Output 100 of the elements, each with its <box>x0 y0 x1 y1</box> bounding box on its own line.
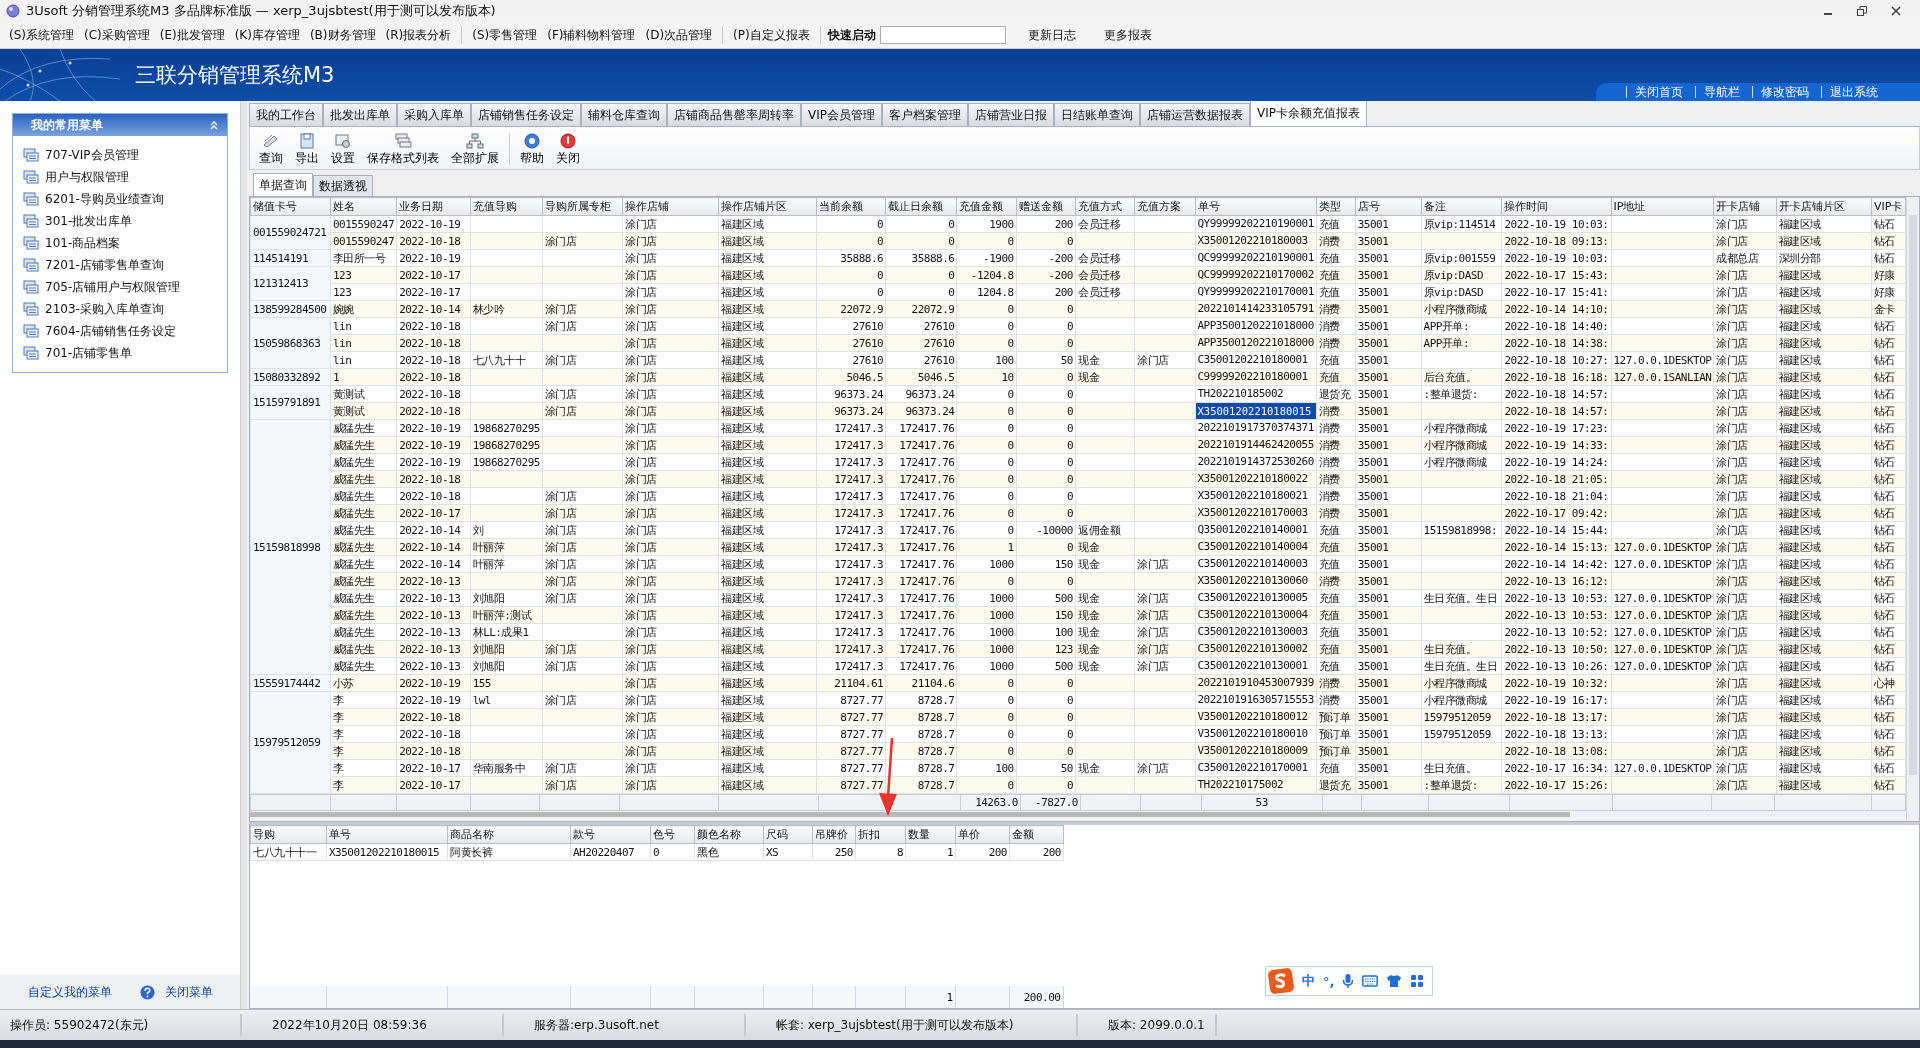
menu-item[interactable]: (C)采购管理 <box>79 26 155 44</box>
column-header[interactable]: IP地址 <box>1611 197 1714 216</box>
menu-item[interactable]: (S)零售管理 <box>467 26 543 44</box>
query-button[interactable]: 查询 <box>254 133 288 167</box>
menu-item[interactable]: (P)自定义报表 <box>728 26 815 44</box>
tab[interactable]: 店铺销售任务设定 <box>471 103 581 126</box>
column-header[interactable]: 款号 <box>570 825 651 844</box>
help-button[interactable]: 帮助 <box>515 133 549 167</box>
microphone-icon[interactable] <box>1342 973 1355 989</box>
menu-item[interactable]: (E)批发管理 <box>154 26 230 44</box>
menu-item[interactable]: (K)库存管理 <box>229 26 305 44</box>
menu-item[interactable]: (R)报表分析 <box>380 26 457 44</box>
vertical-scrollbar[interactable] <box>1909 215 1917 775</box>
tab[interactable]: 辅料仓库查询 <box>581 103 667 126</box>
horizontal-scrollbar[interactable] <box>250 812 1570 817</box>
favorite-menu-item[interactable]: 2103-采购入库单查询 <box>23 298 227 320</box>
column-header[interactable]: VIP卡 <box>1871 197 1906 216</box>
close-button[interactable]: 关闭 <box>551 133 585 167</box>
column-header[interactable]: 开卡店铺片区 <box>1776 197 1872 216</box>
tab[interactable]: 店铺营业日报 <box>968 103 1054 126</box>
favorite-menu-item[interactable]: 707-VIP会员管理 <box>23 144 227 166</box>
favorite-menu-item[interactable]: 用户与权限管理 <box>23 166 227 188</box>
column-header[interactable]: 导购 <box>250 825 327 844</box>
tab[interactable]: 店铺运营数据报表 <box>1140 103 1250 126</box>
favorite-menu-item[interactable]: 705-店铺用户与权限管理 <box>23 276 227 298</box>
input-mode-toggle[interactable]: 中 <box>1302 972 1315 990</box>
favorite-menu-item[interactable]: 101-商品档案 <box>23 232 227 254</box>
column-header[interactable]: 储值卡号 <box>250 197 331 216</box>
favorite-menu-item[interactable]: 7201-店铺零售单查询 <box>23 254 227 276</box>
column-header[interactable]: 类型 <box>1316 197 1356 216</box>
table-cell: 华南服务中 <box>470 759 543 777</box>
favorite-menu-item[interactable]: 7604-店铺销售任务设定 <box>23 320 227 342</box>
quick-launch-field[interactable] <box>879 26 1006 44</box>
customize-menu-link[interactable]: 自定义我的菜单 <box>28 983 112 1001</box>
table-cell: 0 <box>1016 385 1076 403</box>
input-method-logo-icon[interactable] <box>1268 968 1294 994</box>
tab[interactable]: 批发出库单 <box>323 103 397 126</box>
layout-button[interactable]: 保存格式列表 <box>362 133 444 167</box>
column-header[interactable]: 业务日期 <box>396 197 471 216</box>
menu-item[interactable]: (F)辅料物料管理 <box>542 26 641 44</box>
tab[interactable]: 店铺商品售罄率周转率 <box>667 103 801 126</box>
column-header[interactable]: 金额 <box>1009 825 1064 844</box>
shirt-icon[interactable] <box>1386 974 1403 988</box>
column-header[interactable]: 充值方式 <box>1075 197 1135 216</box>
column-header[interactable]: 备注 <box>1421 197 1502 216</box>
menu-item[interactable]: (S)系统管理 <box>4 26 79 44</box>
favorite-menu-item[interactable]: 6201-导购员业绩查询 <box>23 188 227 210</box>
header-link[interactable]: 修改密码 <box>1752 86 1821 98</box>
keyboard-icon[interactable] <box>1362 975 1379 987</box>
column-header[interactable]: 导购所属专柜 <box>542 197 623 216</box>
column-header[interactable]: 开卡店铺 <box>1713 197 1777 216</box>
column-header[interactable]: 充值金额 <box>956 197 1017 216</box>
column-header[interactable]: 单价 <box>955 825 1010 844</box>
column-header[interactable]: 截止日余额 <box>885 197 957 216</box>
column-header[interactable]: 充值方案 <box>1134 197 1195 216</box>
tab[interactable]: 采购入库单 <box>397 103 471 126</box>
tab[interactable]: 日结账单查询 <box>1054 103 1140 126</box>
column-header[interactable]: 当前余额 <box>816 197 886 216</box>
collapse-icon[interactable] <box>209 120 219 130</box>
help-icon[interactable] <box>140 984 155 1000</box>
header-link[interactable]: 导航栏 <box>1695 86 1752 98</box>
tab[interactable]: VIP卡余额充值报表 <box>1250 100 1367 126</box>
menu-item[interactable]: (D)次品管理 <box>640 26 718 44</box>
column-header[interactable]: 充值导购 <box>470 197 543 216</box>
column-header[interactable]: 赠送金额 <box>1016 197 1076 216</box>
column-header[interactable]: 商品名称 <box>447 825 571 844</box>
column-header[interactable]: 折扣 <box>855 825 906 844</box>
column-header[interactable]: 操作店铺片区 <box>718 197 817 216</box>
table-cell: 消费 <box>1316 419 1356 437</box>
export-button[interactable]: 导出 <box>290 133 324 167</box>
menu-item[interactable]: (B)财务管理 <box>304 26 381 44</box>
header-link[interactable]: 关闭首页 <box>1626 86 1695 98</box>
punctuation-toggle[interactable]: °, <box>1323 973 1335 989</box>
tab[interactable]: 客户档案管理 <box>882 103 968 126</box>
menu-link[interactable]: 更多报表 <box>1089 26 1166 44</box>
menu-link[interactable]: 更新日志 <box>1013 26 1090 44</box>
column-header[interactable]: 单号 <box>1195 197 1317 216</box>
restore-icon[interactable] <box>1856 5 1868 17</box>
sub-tab[interactable]: 数据透视 <box>313 175 373 196</box>
close-icon[interactable] <box>1890 5 1902 17</box>
column-header[interactable]: 操作店铺 <box>622 197 719 216</box>
grid-icon[interactable] <box>1410 974 1425 988</box>
close-menu-link[interactable]: 关闭菜单 <box>165 983 213 1001</box>
expand-button[interactable]: 全部扩展 <box>446 133 504 167</box>
favorite-menu-item[interactable]: 701-店铺零售单 <box>23 342 227 364</box>
settings-button[interactable]: 设置 <box>326 133 360 167</box>
tab[interactable]: VIP会员管理 <box>801 103 882 126</box>
column-header[interactable]: 颜色名称 <box>694 825 764 844</box>
favorite-menu-item[interactable]: 301-批发出库单 <box>23 210 227 232</box>
column-header[interactable]: 店号 <box>1355 197 1422 216</box>
column-header[interactable]: 姓名 <box>330 197 397 216</box>
sub-tab[interactable]: 单据查询 <box>253 173 313 196</box>
column-header[interactable]: 色号 <box>650 825 695 844</box>
column-header[interactable]: 吊牌价 <box>812 825 856 844</box>
column-header[interactable]: 单号 <box>326 825 448 844</box>
header-link[interactable]: 退出系统 <box>1821 86 1890 98</box>
column-header[interactable]: 操作时间 <box>1501 197 1611 216</box>
column-header[interactable]: 数量 <box>905 825 956 844</box>
tab[interactable]: 我的工作台 <box>249 103 323 126</box>
column-header[interactable]: 尺码 <box>763 825 813 844</box>
